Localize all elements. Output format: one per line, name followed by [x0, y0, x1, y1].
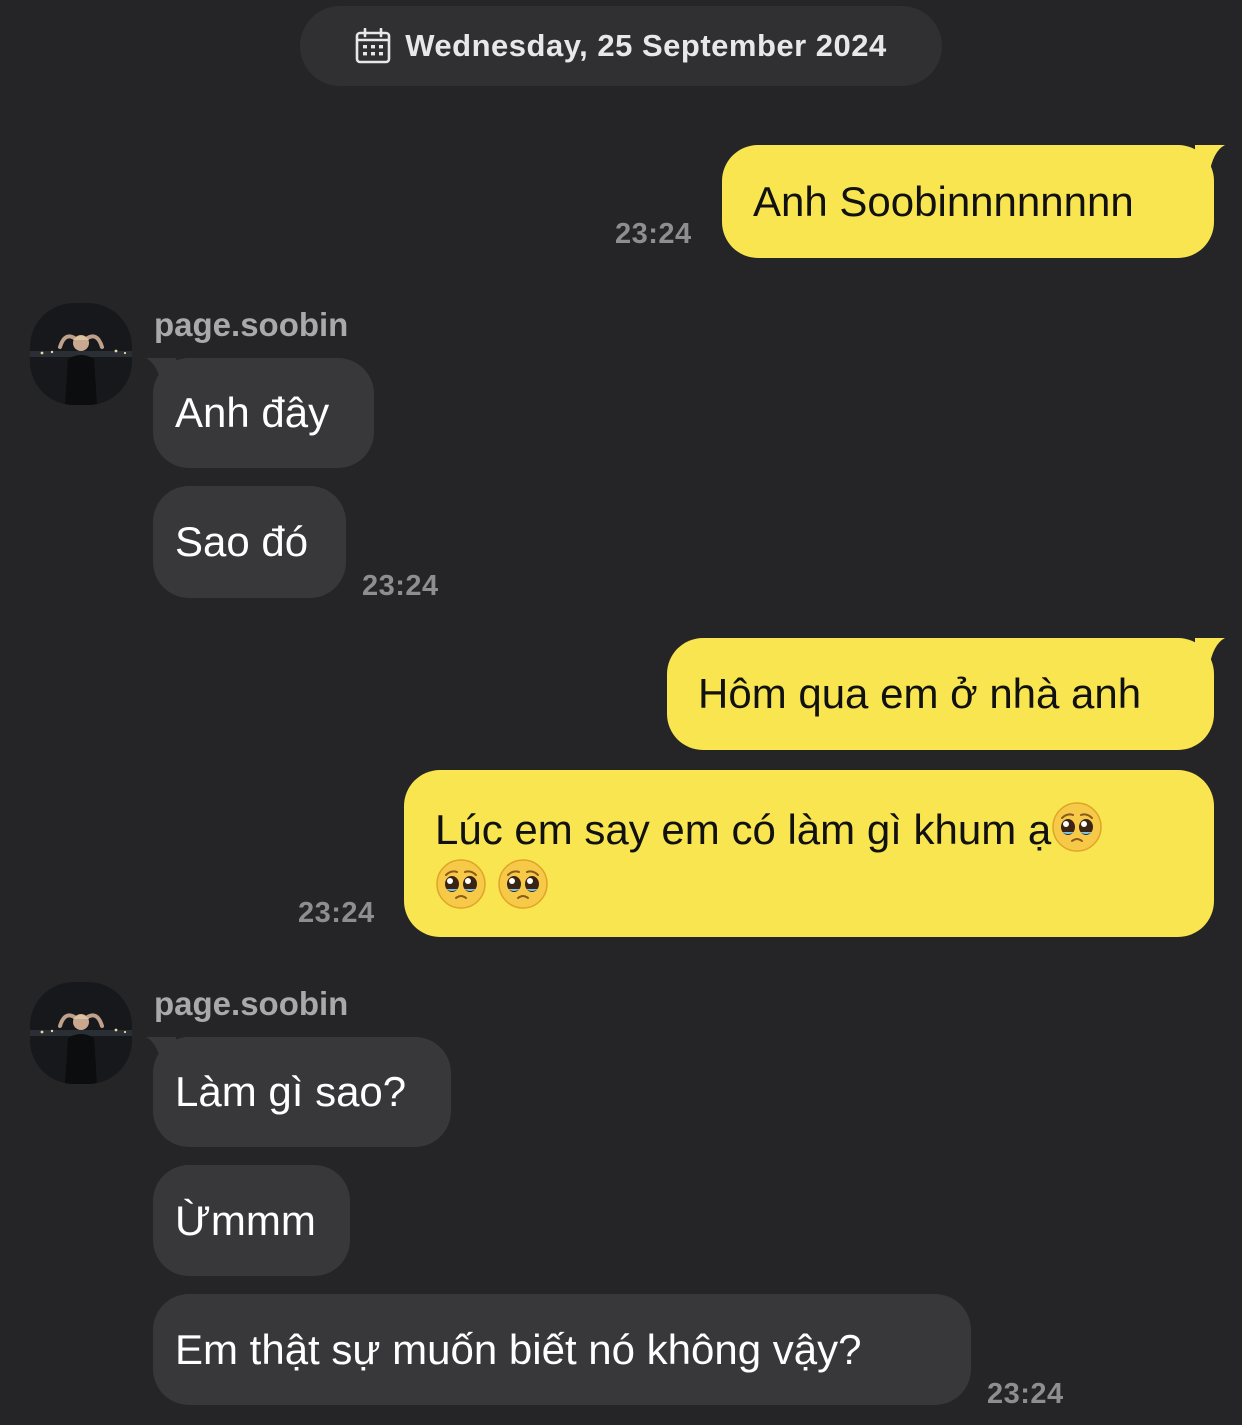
incoming-message-bubble[interactable]: Anh đây [153, 358, 374, 468]
avatar[interactable] [30, 982, 132, 1084]
message-text: Sao đó [175, 518, 309, 565]
bubble-tail [1195, 638, 1225, 668]
outgoing-message-bubble[interactable]: Hôm qua em ở nhà anh [667, 638, 1214, 750]
pleading-face-emoji [497, 858, 549, 910]
incoming-message-bubble[interactable]: Em thật sự muốn biết nó không vậy? [153, 1294, 971, 1405]
outgoing-message-bubble[interactable]: Anh Soobinnnnnnnn [722, 145, 1214, 258]
message-text: Ừmmm [175, 1196, 316, 1244]
date-header: Wednesday, 25 September 2024 [300, 6, 942, 86]
message-text: Anh đây [175, 389, 330, 436]
avatar-image [30, 303, 132, 405]
incoming-message-bubble[interactable]: Sao đó [153, 486, 346, 598]
incoming-message-bubble[interactable]: Làm gì sao? [153, 1037, 451, 1147]
message-text: Làm gì sao? [175, 1068, 407, 1115]
sender-name: page.soobin [154, 306, 349, 343]
date-label: Wednesday, 25 September 2024 [405, 28, 887, 63]
message-time: 23:24 [615, 218, 692, 250]
message-text: Anh Soobinnnnnnnn [753, 177, 1134, 225]
message-text: Em thật sự muốn biết nó không vậy? [175, 1325, 862, 1373]
message-text: Hôm qua em ở nhà anh [698, 670, 1142, 717]
avatar-image [30, 982, 132, 1084]
outgoing-message-bubble[interactable]: Lúc em say em có làm gì khum ạ [404, 770, 1214, 937]
message-text: Lúc em say em có làm gì khum ạ [435, 806, 1052, 853]
message-time: 23:24 [987, 1378, 1064, 1410]
message-time: 23:24 [298, 897, 375, 929]
pleading-face-emoji [435, 858, 487, 910]
bubble-tail [1195, 145, 1225, 175]
incoming-message-bubble[interactable]: Ừmmm [153, 1165, 350, 1276]
calendar-icon [355, 27, 391, 64]
message-time: 23:24 [362, 570, 439, 602]
sender-name: page.soobin [154, 985, 349, 1022]
avatar[interactable] [30, 303, 132, 405]
pleading-face-emoji [1051, 801, 1103, 853]
